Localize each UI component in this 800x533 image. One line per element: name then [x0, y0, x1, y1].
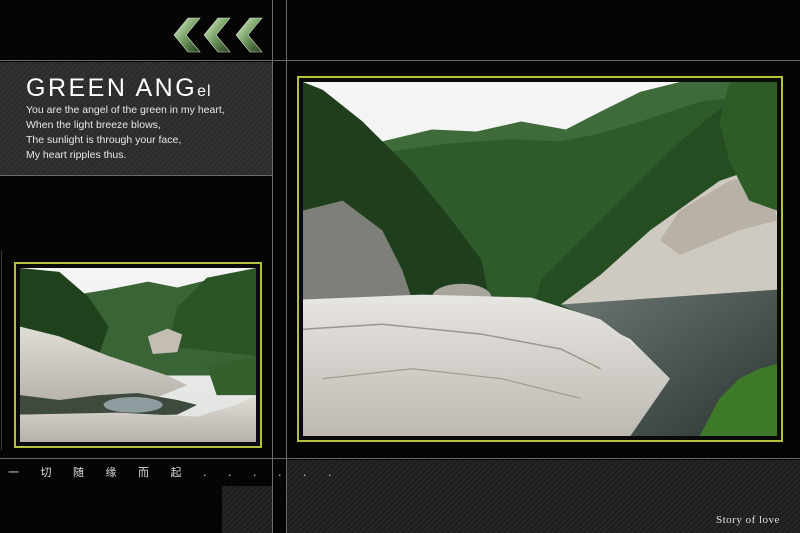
chinese-caption: 一 切 随 缘 而 起 . . . . . . [8, 466, 341, 479]
divider-vertical-right [286, 0, 287, 533]
poem: You are the angel of the green in my hea… [26, 103, 225, 163]
mountain-stream-photo [20, 268, 256, 442]
divider-vertical-left [272, 0, 273, 533]
divider-top [0, 60, 800, 61]
poem-line: My heart ripples thus. [26, 149, 127, 161]
small-photo-frame [14, 262, 262, 448]
striped-corner-panel [222, 486, 272, 533]
page-title: GREEN ANGel [26, 74, 212, 102]
poem-line: You are the angel of the green in my hea… [26, 104, 225, 116]
large-photo-frame [297, 76, 783, 442]
poem-line: The sunlight is through your face, [26, 134, 182, 146]
footer-text: Story of love [716, 514, 780, 526]
mountain-river-photo [303, 82, 777, 436]
divider-vertical-edge [1, 250, 2, 450]
title-suffix: el [197, 83, 212, 100]
divider-middle [0, 175, 272, 176]
divider-bottom [0, 458, 800, 459]
poem-line: When the light breeze blows, [26, 119, 161, 131]
triple-chevron-left-icon [172, 14, 272, 56]
